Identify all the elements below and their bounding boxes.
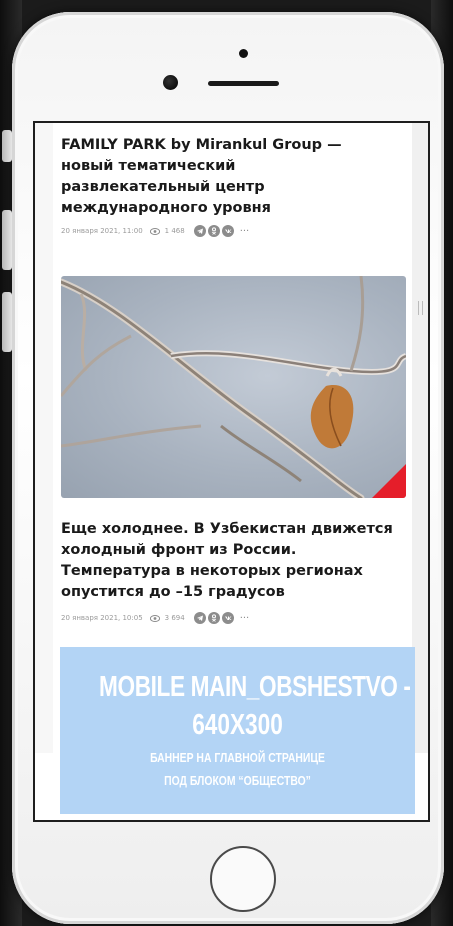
banner-description-2: ПОД БЛОКОМ “ОБЩЕСТВО” (164, 773, 311, 788)
title-line[interactable]: Еще холоднее. В Узбекистан движется (61, 519, 411, 540)
views-count: 3 694 (149, 614, 185, 622)
share-buttons: ··· (193, 612, 250, 624)
eye-icon (149, 614, 160, 622)
vk-icon[interactable] (221, 225, 234, 237)
more-options-icon[interactable]: ··· (240, 613, 250, 624)
ad-banner-placeholder[interactable]: MOBILE MAIN_OBSHESTVO - 640X300 БАННЕР Н… (60, 647, 415, 814)
scrollbar-grip[interactable] (418, 301, 423, 315)
banner-size: 640X300 (192, 709, 283, 741)
article-title-cold-front[interactable]: Еще холоднее. В Узбекистан движется холо… (61, 519, 411, 603)
title-line[interactable]: FAMILY PARK by Mirankul Group — (61, 135, 411, 156)
volume-down-button[interactable] (2, 292, 12, 352)
article-date: 20 января 2021, 10:05 (61, 614, 143, 622)
odnoklassniki-icon[interactable] (207, 225, 220, 237)
views-count: 1 468 (149, 227, 185, 235)
title-line[interactable]: Температура в некоторых регионах (61, 561, 411, 582)
article-date: 20 января 2021, 11:00 (61, 227, 143, 235)
volume-up-button[interactable] (2, 210, 12, 270)
share-buttons: ··· (193, 225, 250, 237)
phone-screen: FAMILY PARK by Mirankul Group — новый те… (33, 121, 430, 822)
title-line[interactable]: международного уровня (61, 198, 411, 219)
title-line[interactable]: холодный фронт из России. (61, 540, 411, 561)
frost-branch-leaf-photo (61, 276, 406, 498)
left-gutter (35, 123, 53, 753)
vk-icon[interactable] (221, 612, 234, 624)
views-value: 1 468 (164, 227, 185, 235)
mute-switch[interactable] (2, 130, 12, 162)
banner-title: MOBILE MAIN_OBSHESTVO - (99, 671, 411, 703)
title-line[interactable]: новый тематический (61, 156, 411, 177)
banner-description: БАННЕР НА ГЛАВНОЙ СТРАНИЦЕ (150, 750, 325, 765)
telegram-icon[interactable] (193, 225, 206, 237)
eye-icon (149, 227, 160, 235)
views-value: 3 694 (164, 614, 185, 622)
more-options-icon[interactable]: ··· (240, 226, 250, 237)
article-image[interactable] (61, 276, 406, 498)
article-meta: 20 января 2021, 10:05 3 694 ··· (61, 610, 249, 626)
home-button[interactable] (210, 846, 276, 912)
front-sensor (239, 49, 248, 58)
earpiece-speaker (208, 81, 279, 86)
telegram-icon[interactable] (193, 612, 206, 624)
article-title-family-park[interactable]: FAMILY PARK by Mirankul Group — новый те… (61, 135, 411, 219)
front-camera (163, 75, 178, 90)
title-line[interactable]: опустится до –15 градусов (61, 582, 411, 603)
odnoklassniki-icon[interactable] (207, 612, 220, 624)
red-corner-marker (372, 464, 406, 498)
article-meta: 20 января 2021, 11:00 1 468 ··· (61, 223, 249, 239)
title-line[interactable]: развлекательный центр (61, 177, 411, 198)
